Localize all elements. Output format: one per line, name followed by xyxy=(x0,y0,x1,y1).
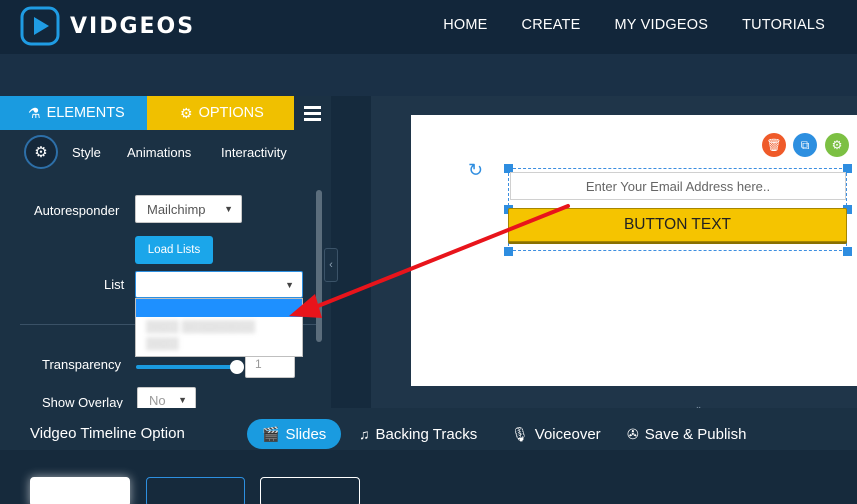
nav-tutorials[interactable]: TUTORIALS xyxy=(742,17,825,33)
slide-thumbnail[interactable] xyxy=(260,477,360,504)
tab-elements[interactable]: ⚗ ELEMENTS xyxy=(0,96,147,130)
timeline-title: Vidgeo Timeline Option xyxy=(30,425,185,442)
tab-voiceover-label: Voiceover xyxy=(534,425,601,443)
subtab-style[interactable]: Style xyxy=(72,145,101,160)
tab-slides[interactable]: 🎬 Slides xyxy=(247,419,342,449)
resize-handle-se[interactable] xyxy=(843,247,852,256)
sidebar-scroll-thumb[interactable] xyxy=(316,190,322,342)
load-lists-button[interactable]: Load Lists xyxy=(135,236,213,264)
autoresponder-select[interactable]: Mailchimp ▼ xyxy=(135,195,242,223)
sub-header-band xyxy=(0,54,857,96)
music-note-icon: ♫ xyxy=(359,426,370,442)
subtab-interactivity[interactable]: Interactivity xyxy=(221,145,287,160)
sidebar-scrollbar[interactable] xyxy=(316,190,322,342)
email-input[interactable]: Enter Your Email Address here.. xyxy=(510,172,846,200)
gear-icon: ⚙ xyxy=(180,104,193,121)
play-logo-icon xyxy=(20,6,60,46)
main-nav: HOME CREATE MY VIDGEOS TUTORIALS xyxy=(409,0,825,50)
delete-icon[interactable]: 🗑 xyxy=(762,133,786,157)
tab-save-publish-label: Save & Publish xyxy=(644,425,747,443)
tab-backing-tracks[interactable]: ♫ Backing Tracks xyxy=(359,419,477,449)
list-select[interactable]: ▼ xyxy=(135,271,303,298)
clapperboard-icon: 🎬 xyxy=(262,425,280,442)
flask-icon: ⚗ xyxy=(28,104,41,121)
settings-gears-icon[interactable]: ⚙ xyxy=(24,135,58,169)
nav-my-vidgeos[interactable]: MY VIDGEOS xyxy=(614,17,708,33)
cta-button[interactable]: BUTTON TEXT xyxy=(508,208,847,242)
top-navbar: VIDGEOS HOME CREATE MY VIDGEOS TUTORIALS xyxy=(0,0,857,54)
transparency-slider-handle[interactable] xyxy=(230,360,244,374)
chevron-down-icon: ▼ xyxy=(285,279,294,290)
show-overlay-value: No xyxy=(149,392,166,408)
collapse-sidebar-icon[interactable]: ‹ xyxy=(324,248,338,282)
tab-options[interactable]: ⚙ OPTIONS xyxy=(147,96,294,130)
rotate-icon[interactable]: ↻ xyxy=(468,160,483,181)
tab-voiceover[interactable]: 🎙 Voiceover xyxy=(511,419,601,449)
nav-home[interactable]: HOME xyxy=(443,17,487,33)
blurred-list-option[interactable]: ▒▒▒▒ xyxy=(146,338,179,350)
tab-options-label: OPTIONS xyxy=(198,105,264,121)
dropdown-highlighted-option[interactable] xyxy=(136,299,302,317)
subtab-animations[interactable]: Animations xyxy=(127,145,191,160)
options-sidebar: ⚗ ELEMENTS ⚙ OPTIONS ⚙ Style Animations … xyxy=(0,96,331,413)
nav-create[interactable]: CREATE xyxy=(522,17,581,33)
transparency-slider[interactable] xyxy=(136,365,236,369)
tab-backing-tracks-label: Backing Tracks xyxy=(375,425,478,443)
transparency-label: Transparency xyxy=(42,357,121,372)
chevron-down-icon: ▼ xyxy=(178,395,187,405)
chevron-down-icon: ▼ xyxy=(224,204,233,214)
list-dropdown-menu[interactable]: ▒▒▒▒ ▒▒▒▒▒▒▒▒▒ ▒▒▒▒ xyxy=(135,298,303,357)
slide-thumbnail[interactable] xyxy=(146,477,245,504)
slide-thumbnail[interactable] xyxy=(30,477,130,504)
autoresponder-label: Autoresponder xyxy=(34,203,120,218)
tab-save-publish[interactable]: ✇ Save & Publish xyxy=(627,419,746,449)
microphone-icon: 🎙 xyxy=(511,425,529,442)
copy-icon[interactable]: ⧉ xyxy=(793,133,817,157)
tab-elements-label: ELEMENTS xyxy=(46,105,125,121)
logo[interactable]: VIDGEOS xyxy=(20,6,195,46)
list-label: List xyxy=(104,277,125,292)
resize-handle-sw[interactable] xyxy=(504,247,513,256)
options-subtabs: ⚙ Style Animations Interactivity xyxy=(0,134,331,170)
settings-icon[interactable]: ⚙ xyxy=(825,133,849,157)
hamburger-menu-icon[interactable] xyxy=(294,96,331,130)
autoresponder-value: Mailchimp xyxy=(147,201,206,217)
brand-name: VIDGEOS xyxy=(70,13,196,39)
blurred-list-option[interactable]: ▒▒▒▒ ▒▒▒▒▒▒▒▒▒ xyxy=(146,321,255,333)
film-reel-icon: ✇ xyxy=(627,425,639,442)
tab-slides-label: Slides xyxy=(285,425,327,443)
